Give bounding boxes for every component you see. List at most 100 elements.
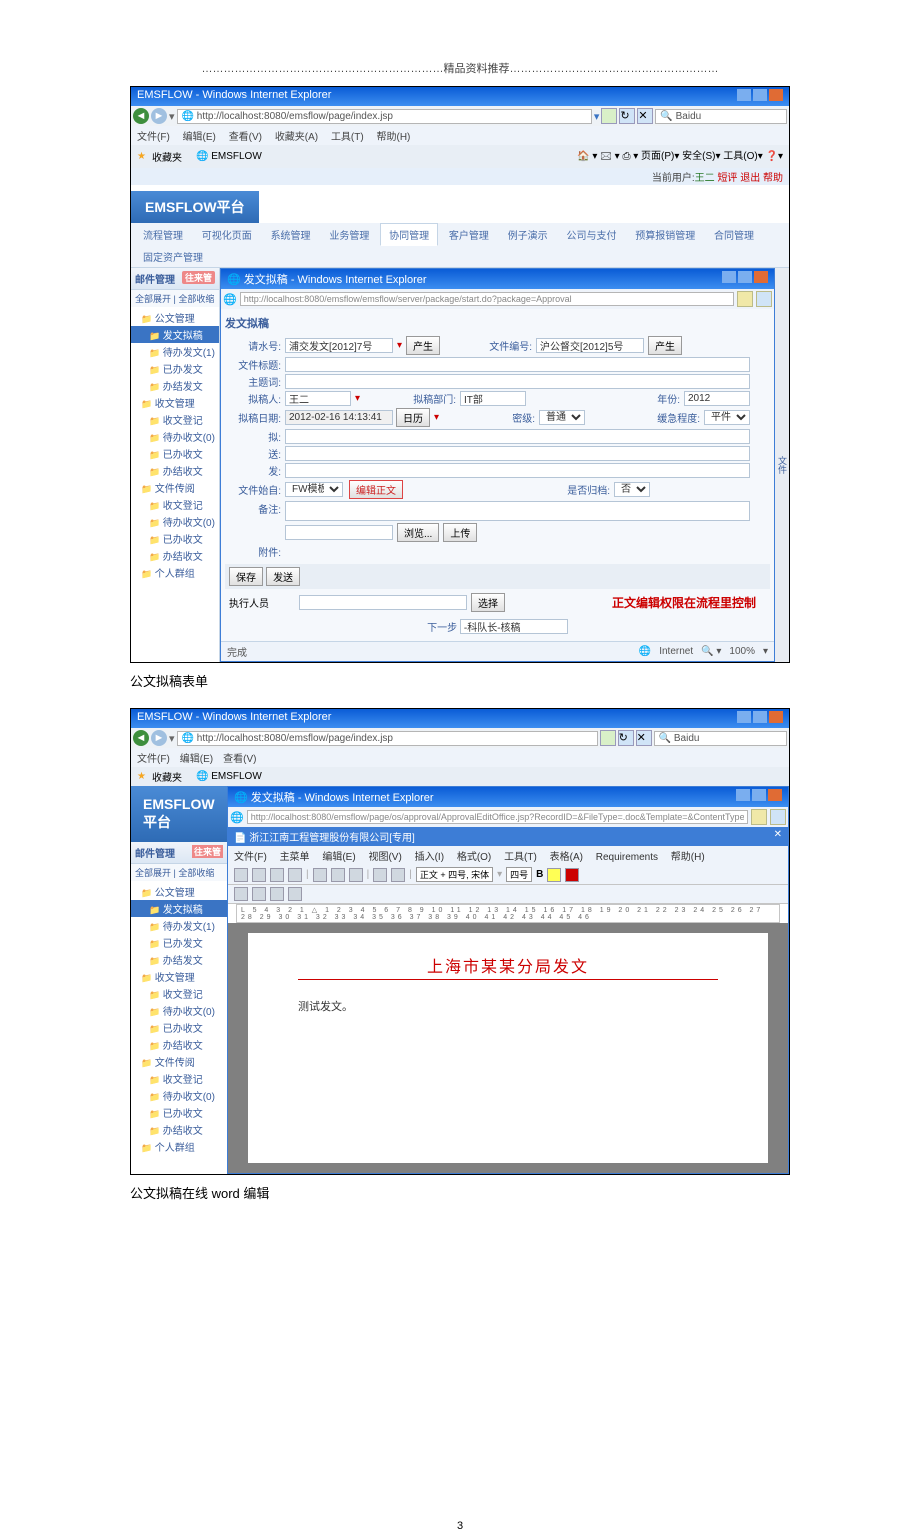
wmenu-edit[interactable]: 编辑(E)	[322, 852, 355, 863]
go-dropdown-icon[interactable]: ▾	[594, 110, 600, 123]
ie-tools-right[interactable]: 🏠 ▾ 🖂 ▾ ⎙ ▾ 页面(P)▾ 安全(S)▾ 工具(O)▾ ❓▾	[577, 147, 783, 166]
menu-help[interactable]: 帮助(H)	[377, 132, 411, 143]
save-button[interactable]: 保存	[229, 567, 263, 586]
tree-todo-recv[interactable]: 待办收文(0)	[131, 428, 219, 445]
to-input[interactable]	[285, 429, 750, 444]
popup2-url[interactable]	[247, 810, 748, 824]
new-icon[interactable]	[234, 868, 248, 882]
close2-icon[interactable]	[769, 711, 783, 723]
person-input[interactable]	[285, 391, 351, 406]
tree-fin-send[interactable]: 办结发文	[131, 377, 219, 394]
tree-fin-recv2[interactable]: 办结收文	[131, 547, 219, 564]
popup-url-field[interactable]	[240, 292, 734, 306]
wmenu-req[interactable]: Requirements	[596, 852, 658, 863]
docno-input[interactable]	[536, 338, 644, 353]
menu-edit[interactable]: 编辑(E)	[183, 132, 216, 143]
browse-button[interactable]: 浏览...	[397, 523, 439, 542]
open-icon[interactable]	[252, 868, 266, 882]
popup-close-icon[interactable]	[754, 271, 768, 283]
paste-icon[interactable]	[349, 868, 363, 882]
wmenu-main[interactable]: 主菜单	[280, 852, 310, 863]
nav-cust[interactable]: 客户管理	[441, 224, 497, 245]
nav-flow[interactable]: 流程管理	[135, 224, 191, 245]
security-select[interactable]: 普通	[539, 410, 585, 425]
stop2-icon[interactable]: ✕	[636, 730, 652, 746]
nav-biz[interactable]: 业务管理	[321, 224, 377, 245]
menu-view[interactable]: 查看(V)	[229, 132, 262, 143]
fontcolor-icon[interactable]	[565, 868, 579, 882]
calendar-button[interactable]: 日历	[396, 408, 430, 427]
cc-input[interactable]	[285, 446, 750, 461]
back-icon[interactable]: ◄	[133, 108, 149, 124]
send-button[interactable]: 发送	[266, 567, 300, 586]
max2-icon[interactable]	[753, 711, 767, 723]
nav-sys[interactable]: 系统管理	[263, 224, 319, 245]
tab-emsflow[interactable]: 🌐 EMSFLOW	[196, 151, 262, 162]
verify-link[interactable]: 短评	[717, 173, 737, 184]
gen-flow-button[interactable]: 产生	[406, 336, 440, 355]
fav2-icon[interactable]: ★	[137, 771, 146, 782]
back2-icon[interactable]: ◄	[133, 730, 149, 746]
highlight-icon[interactable]	[547, 868, 561, 882]
sidebar-btn[interactable]: 往来管	[182, 271, 215, 284]
fwd2-icon[interactable]: ►	[151, 730, 167, 746]
wmenu-fmt[interactable]: 格式(O)	[457, 852, 491, 863]
select-exec-button[interactable]: 选择	[471, 593, 505, 612]
redo-icon[interactable]	[391, 868, 405, 882]
minimize-icon[interactable]	[737, 89, 751, 101]
maximize-icon[interactable]	[753, 89, 767, 101]
fontsize-select[interactable]: 四号	[506, 867, 532, 882]
favorites-icon[interactable]: ★	[137, 151, 146, 162]
tree-todo-send[interactable]: 待办发文(1)	[131, 343, 219, 360]
compat-icon[interactable]	[601, 108, 617, 124]
from-input[interactable]	[285, 463, 750, 478]
style-select[interactable]: 正文 + 四号, 宋体	[416, 867, 493, 882]
popup-max-icon[interactable]	[738, 271, 752, 283]
sidebar-ops[interactable]: 全部展开 | 全部收缩	[131, 290, 219, 307]
zoom-value[interactable]: 100%	[729, 646, 755, 657]
dropdown-icon[interactable]: ▾	[169, 110, 175, 123]
nav-pay[interactable]: 公司与支付	[558, 224, 624, 245]
popup-min-icon[interactable]	[722, 271, 736, 283]
url-field[interactable]: 🌐 http://localhost:8080/emsflow/page/ind…	[177, 109, 592, 124]
save-icon[interactable]	[270, 868, 284, 882]
refresh2-icon[interactable]: ↻	[618, 730, 634, 746]
cut-icon[interactable]	[313, 868, 327, 882]
tree-file-circ[interactable]: 文件传阅	[131, 479, 219, 496]
menu-file[interactable]: 文件(F)	[137, 132, 170, 143]
tree-fin-recv[interactable]: 办结收文	[131, 462, 219, 479]
wmenu-view[interactable]: 视图(V)	[368, 852, 401, 863]
nav-demo[interactable]: 例子演示	[500, 224, 556, 245]
tree-draft[interactable]: 发文拟稿	[131, 326, 219, 343]
filetitle-input[interactable]	[285, 357, 750, 372]
template-select[interactable]: FW模板	[285, 482, 343, 497]
search2-field[interactable]: 🔍 Baidu	[654, 731, 787, 746]
exit-link[interactable]: 退出	[740, 173, 760, 184]
search-field[interactable]: 🔍 Baidu	[655, 109, 787, 124]
nav-collab[interactable]: 协同管理	[380, 223, 438, 246]
print-icon[interactable]	[288, 868, 302, 882]
popup-tool-icon[interactable]	[756, 291, 772, 307]
tree-recv-mgmt[interactable]: 收文管理	[131, 394, 219, 411]
archive-select[interactable]: 否	[614, 482, 650, 497]
tb2-icon[interactable]	[234, 887, 248, 901]
gen-docno-button[interactable]: 产生	[648, 336, 682, 355]
nav-visual[interactable]: 可视化页面	[194, 224, 260, 245]
undo-icon[interactable]	[373, 868, 387, 882]
exec-input[interactable]	[299, 595, 467, 610]
menu-fav[interactable]: 收藏夹(A)	[275, 132, 318, 143]
bold-button[interactable]: B	[536, 869, 543, 880]
file-path-input[interactable]	[285, 525, 393, 540]
year-input[interactable]	[684, 391, 750, 406]
compat2-icon[interactable]	[600, 730, 616, 746]
flow-input[interactable]	[285, 338, 393, 353]
tree-todo-recv2[interactable]: 待办收文(0)	[131, 513, 219, 530]
word-close-icon[interactable]: ✕	[774, 829, 782, 844]
tree-done-send[interactable]: 已办发文	[131, 360, 219, 377]
nav-asset[interactable]: 固定资产管理	[135, 246, 211, 267]
url2-field[interactable]: 🌐 http://localhost:8080/emsflow/page/ind…	[177, 731, 598, 746]
forward-icon[interactable]: ►	[151, 108, 167, 124]
min2-icon[interactable]	[737, 711, 751, 723]
tree-doc-mgmt[interactable]: 公文管理	[131, 309, 219, 326]
refresh-icon[interactable]: ↻	[619, 108, 635, 124]
